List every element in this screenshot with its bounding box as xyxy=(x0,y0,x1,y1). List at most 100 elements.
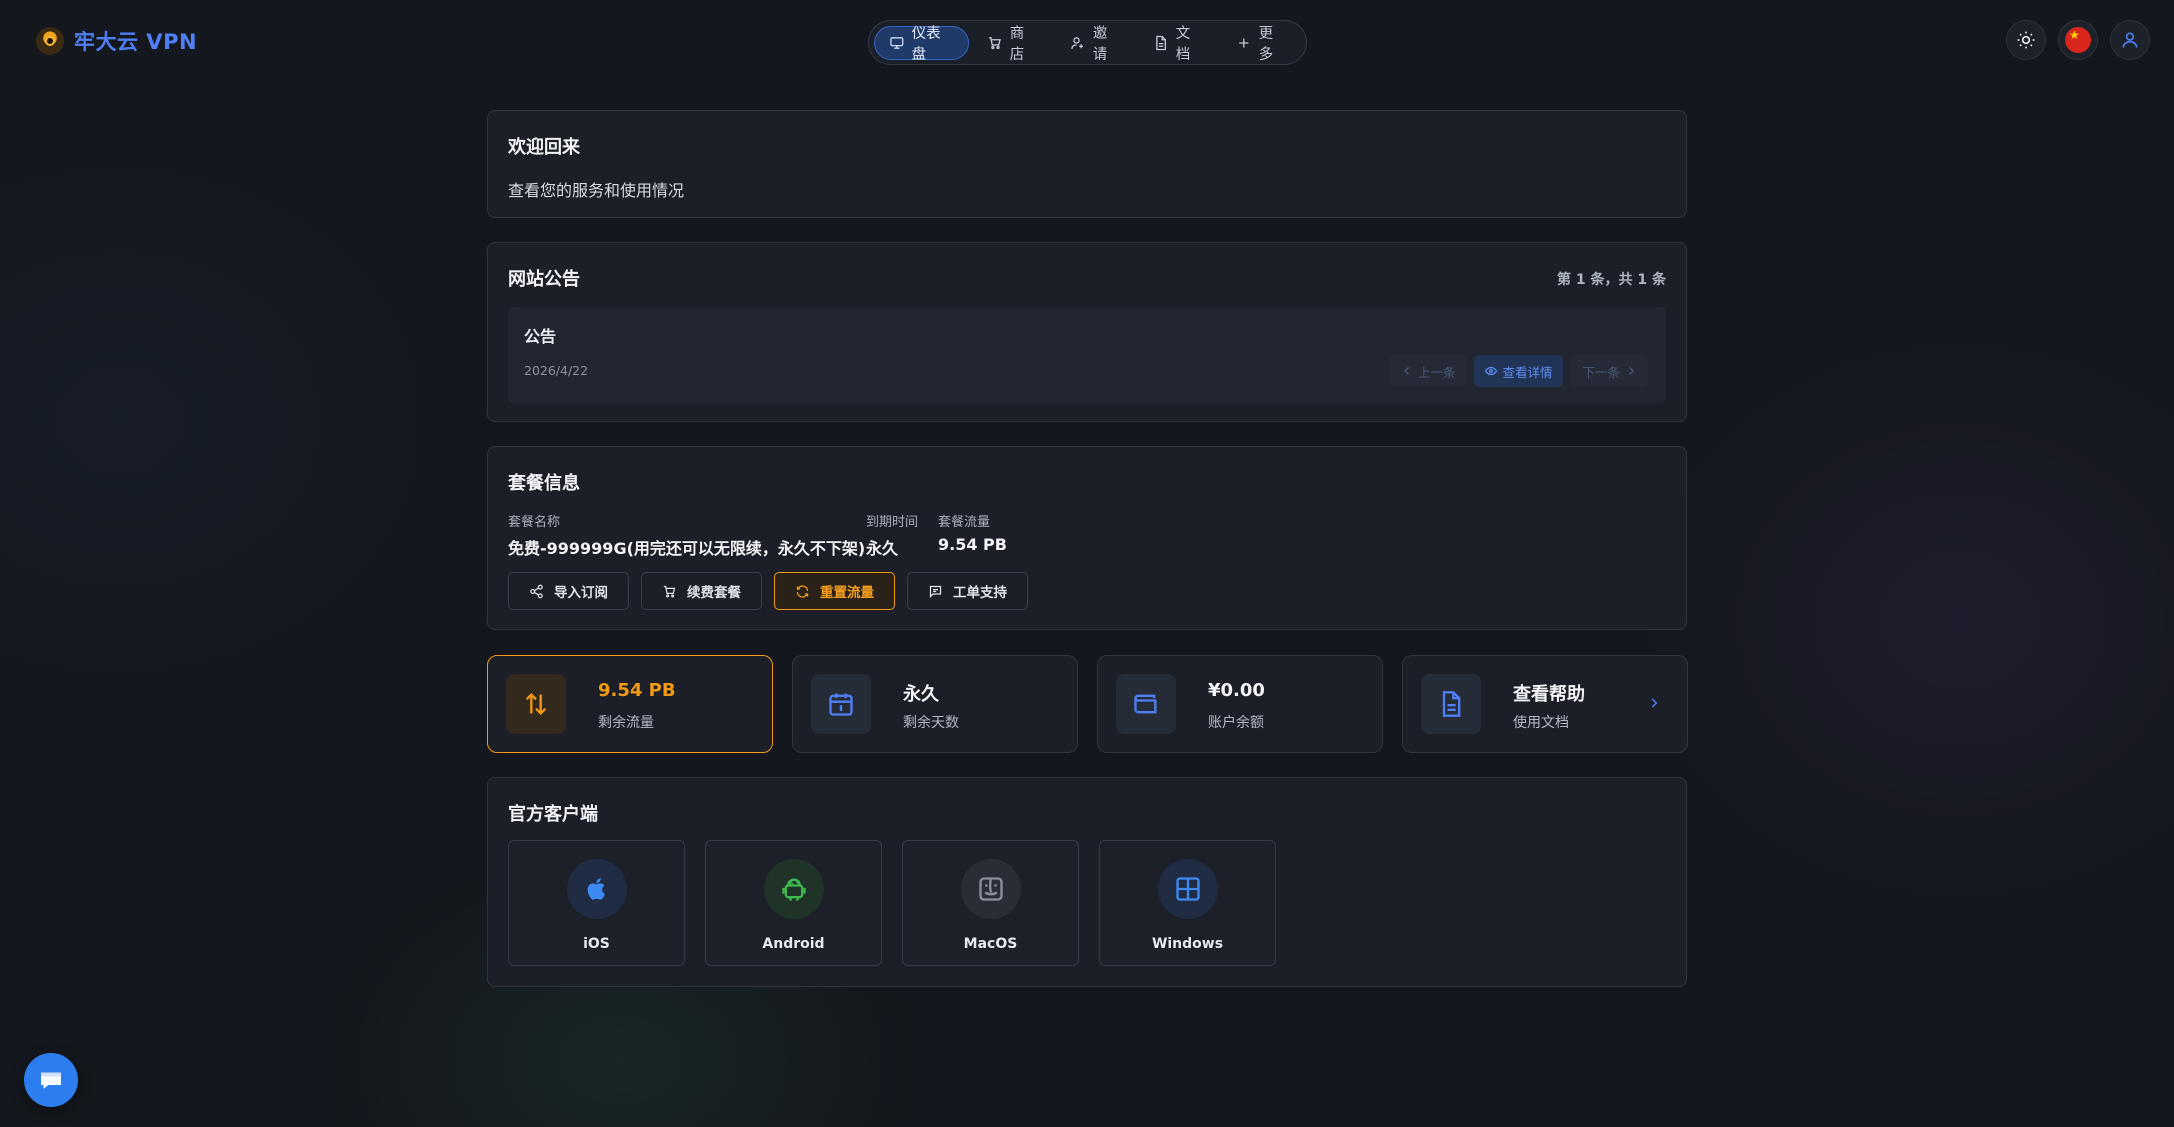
renew-plan-button[interactable]: 续费套餐 xyxy=(641,572,762,610)
plan-name-label: 套餐名称 xyxy=(508,515,561,530)
stat-value: 永久 xyxy=(903,684,939,705)
notice-item-title: 公告 xyxy=(524,327,557,346)
client-name: Android xyxy=(762,936,825,952)
top-actions xyxy=(2006,20,2150,60)
nav-item-label: 仪表盘 xyxy=(911,25,941,63)
share-icon xyxy=(530,584,543,598)
welcome-title: 欢迎回来 xyxy=(508,137,580,158)
help-doc-icon xyxy=(1421,674,1481,734)
nav-item-label: 更多 xyxy=(1258,25,1274,63)
welcome-card: 欢迎回来 查看您的服务和使用情况 xyxy=(487,110,1687,218)
nav-item-invite[interactable]: 邀请 xyxy=(1056,26,1135,63)
nav-item-dashboard[interactable]: 仪表盘 xyxy=(874,25,970,63)
notice-item[interactable]: 公告 2026/4/22 上一条 查看详情 下一条 xyxy=(508,307,1666,403)
chat-icon xyxy=(41,1072,61,1089)
nav-item-label: 文档 xyxy=(1175,25,1191,63)
clients-card: 官方客户端 iOS Android MacOS Windows xyxy=(487,777,1687,987)
ticket-support-button[interactable]: 工单支持 xyxy=(907,572,1028,610)
client-list: iOS Android MacOS Windows xyxy=(508,840,1276,966)
notice-controls: 上一条 查看详情 下一条 xyxy=(1389,355,1648,387)
client-ios[interactable]: iOS xyxy=(508,840,685,966)
traffic-icon xyxy=(506,674,566,734)
wallet-icon xyxy=(1116,674,1176,734)
plan-traffic-value: 9.54 PB xyxy=(938,535,1007,554)
chevron-right-icon xyxy=(1651,698,1658,708)
client-name: Windows xyxy=(1151,936,1224,952)
stat-value: 9.54 PB xyxy=(598,680,676,701)
notice-detail-button[interactable]: 查看详情 xyxy=(1474,355,1564,387)
client-name: MacOS xyxy=(963,936,1018,952)
chevron-left-icon xyxy=(1404,367,1409,375)
stat-help-docs[interactable]: 查看帮助 使用文档 xyxy=(1402,655,1688,753)
chevron-right-icon xyxy=(1629,367,1634,375)
notice-title: 网站公告 xyxy=(508,269,580,290)
eye-icon xyxy=(1485,366,1498,376)
language-button[interactable] xyxy=(2058,20,2098,60)
finder-icon xyxy=(961,859,1021,919)
welcome-subtitle: 查看您的服务和使用情况 xyxy=(508,181,685,200)
stat-label: 使用文档 xyxy=(1513,715,1569,731)
notice-pager: 第 1 条，共 1 条 xyxy=(1557,272,1666,288)
reset-traffic-label: 重置流量 xyxy=(820,585,874,601)
user-plus-icon xyxy=(1071,36,1084,49)
calendar-icon xyxy=(811,674,871,734)
plan-expire-label: 到期时间 xyxy=(866,515,919,530)
plan-name-value: 免费-999999G(用完还可以无限续，永久不下架) xyxy=(508,539,866,558)
windows-icon xyxy=(1158,859,1218,919)
client-name: iOS xyxy=(583,936,610,952)
cart-icon xyxy=(663,585,676,597)
stat-label: 剩余天数 xyxy=(903,715,959,731)
user-icon xyxy=(2122,32,2138,48)
monitor-icon xyxy=(890,36,904,49)
client-android[interactable]: Android xyxy=(705,840,882,966)
stat-value: 查看帮助 xyxy=(1513,684,1585,705)
plan-card: 套餐信息 套餐名称 免费-999999G(用完还可以无限续，永久不下架) 到期时… xyxy=(487,446,1687,630)
brand[interactable]: 牢大云 VPN xyxy=(36,26,197,56)
user-menu-button[interactable] xyxy=(2110,20,2150,60)
notice-item-date: 2026/4/22 xyxy=(524,363,589,378)
stat-remaining-traffic[interactable]: 9.54 PB 剩余流量 xyxy=(487,655,773,753)
notice-prev-button[interactable]: 上一条 xyxy=(1389,355,1467,387)
brand-name: 牢大云 VPN xyxy=(74,30,198,54)
notice-prev-label: 上一条 xyxy=(1417,364,1456,380)
import-subscription-button[interactable]: 导入订阅 xyxy=(508,572,629,610)
notice-next-label: 下一条 xyxy=(1582,364,1620,380)
brand-logo-icon xyxy=(36,27,64,55)
clients-title: 官方客户端 xyxy=(508,804,598,825)
plan-traffic-label: 套餐流量 xyxy=(938,515,991,530)
plus-icon xyxy=(1239,37,1249,48)
sun-icon xyxy=(2017,31,2035,49)
stat-label: 剩余流量 xyxy=(598,715,654,731)
plan-expire-value: 永久 xyxy=(866,539,899,558)
client-macos[interactable]: MacOS xyxy=(902,840,1079,966)
android-icon xyxy=(764,859,824,919)
plan-title: 套餐信息 xyxy=(508,473,580,494)
renew-plan-label: 续费套餐 xyxy=(687,585,741,601)
reset-traffic-button[interactable]: 重置流量 xyxy=(774,572,895,610)
stat-label: 账户余额 xyxy=(1208,715,1264,731)
china-flag-icon xyxy=(2065,27,2091,53)
client-windows[interactable]: Windows xyxy=(1099,840,1276,966)
notice-card: 网站公告 第 1 条，共 1 条 公告 2026/4/22 上一条 查看详情 下… xyxy=(487,242,1687,422)
ticket-support-label: 工单支持 xyxy=(953,585,1007,601)
notice-detail-label: 查看详情 xyxy=(1502,364,1553,380)
cart-icon xyxy=(989,36,1002,49)
theme-toggle-button[interactable] xyxy=(2006,20,2046,60)
nav-item-label: 商店 xyxy=(1009,25,1025,63)
message-icon xyxy=(929,585,942,598)
nav-item-docs[interactable]: 文档 xyxy=(1139,26,1218,63)
plan-actions: 导入订阅 续费套餐 重置流量 工单支持 xyxy=(508,572,1028,610)
nav-item-shop[interactable]: 商店 xyxy=(973,26,1052,63)
import-subscription-label: 导入订阅 xyxy=(554,585,608,601)
refresh-icon xyxy=(796,584,809,598)
stat-value: ¥0.00 xyxy=(1208,680,1265,701)
chat-support-button[interactable] xyxy=(24,1053,78,1107)
nav-item-more[interactable]: 更多 xyxy=(1222,26,1301,63)
notice-next-button[interactable]: 下一条 xyxy=(1571,355,1648,387)
stat-account-balance[interactable]: ¥0.00 账户余额 xyxy=(1097,655,1383,753)
document-icon xyxy=(1156,35,1167,50)
top-nav: 仪表盘 商店 邀请 文档 更多 xyxy=(868,20,1307,65)
nav-item-label: 邀请 xyxy=(1092,25,1108,63)
apple-icon xyxy=(567,859,627,919)
stat-remaining-days[interactable]: 永久 剩余天数 xyxy=(792,655,1078,753)
